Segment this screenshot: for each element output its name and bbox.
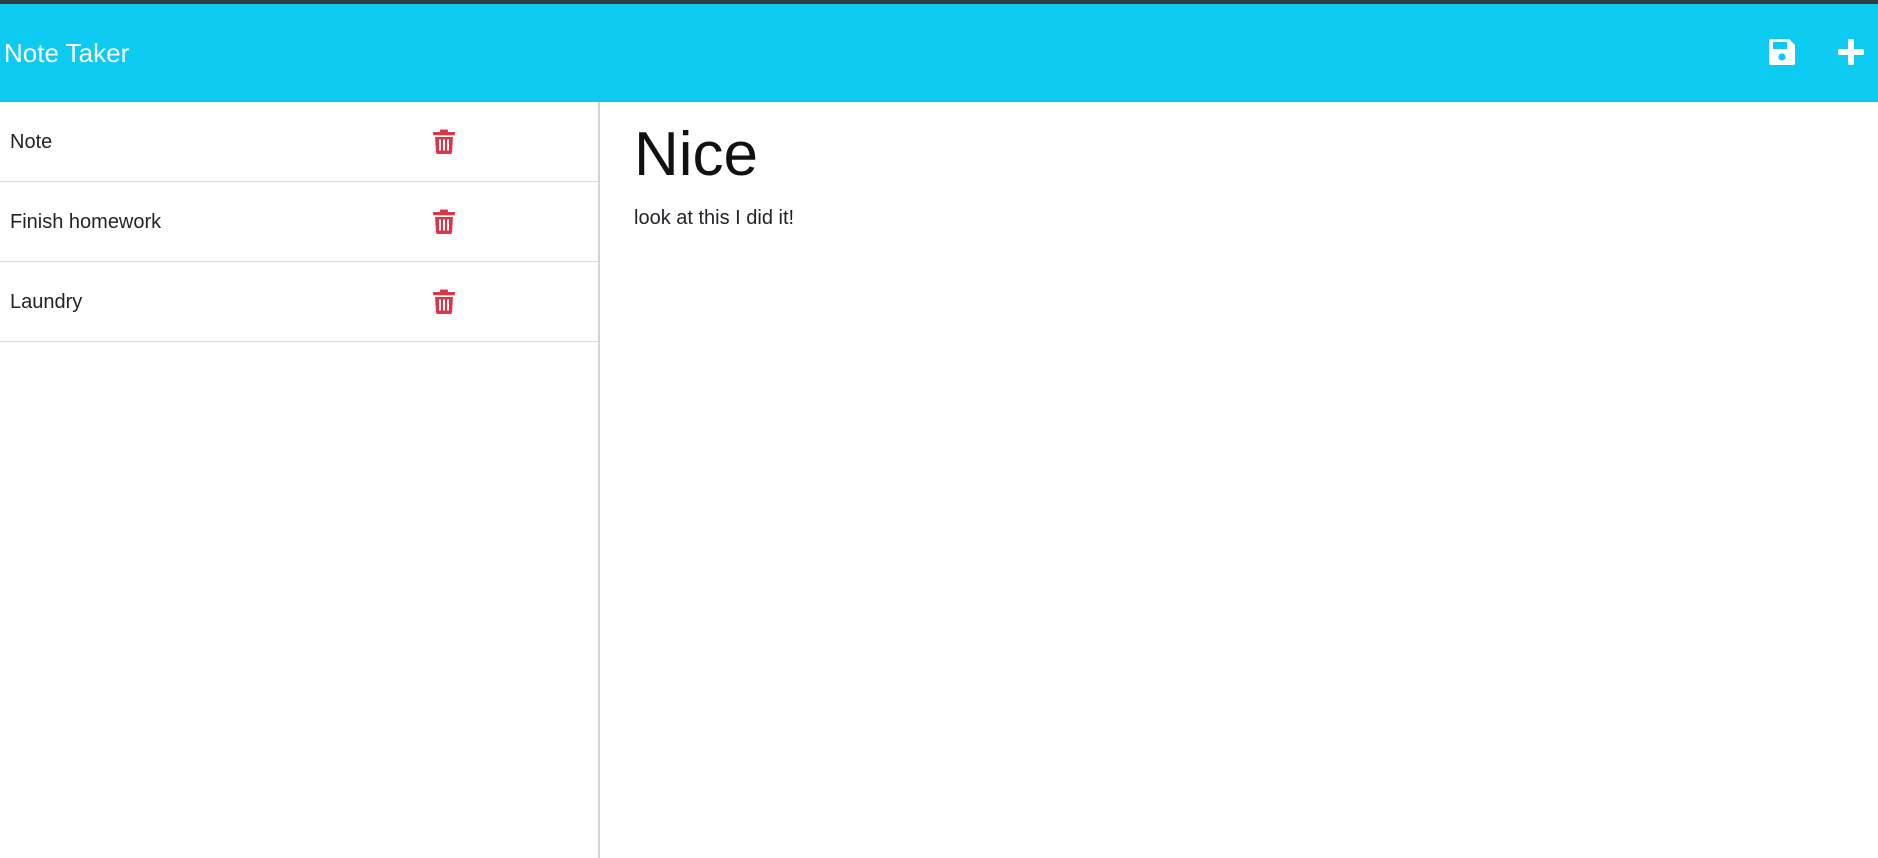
app-title[interactable]: Note Taker [4,4,129,102]
delete-note-button[interactable] [432,208,456,234]
navbar: Note Taker [0,4,1878,102]
note-list-item[interactable]: Laundry [0,262,598,342]
note-list-item[interactable]: Finish homework [0,182,598,262]
note-list-panel: Note Finish homework Laundry [0,102,600,858]
delete-note-button[interactable] [432,288,456,314]
note-list-item-title[interactable]: Laundry [10,262,82,342]
trash-icon [433,209,455,234]
plus-icon [1838,39,1864,65]
trash-icon [433,289,455,314]
new-note-button[interactable] [1833,34,1869,70]
note-text-area[interactable]: look at this I did it! [634,202,1834,802]
note-list-item-title[interactable]: Note [10,102,52,182]
note-list: Note Finish homework Laundry [0,102,598,342]
save-note-button[interactable] [1764,34,1800,70]
trash-icon [433,129,455,154]
note-list-item-title[interactable]: Finish homework [10,182,161,262]
note-list-item[interactable]: Note [0,102,598,182]
note-editor: look at this I did it! [602,102,1878,858]
note-title-input[interactable] [634,116,1834,192]
floppy-disk-icon [1769,39,1795,65]
delete-note-button[interactable] [432,128,456,154]
